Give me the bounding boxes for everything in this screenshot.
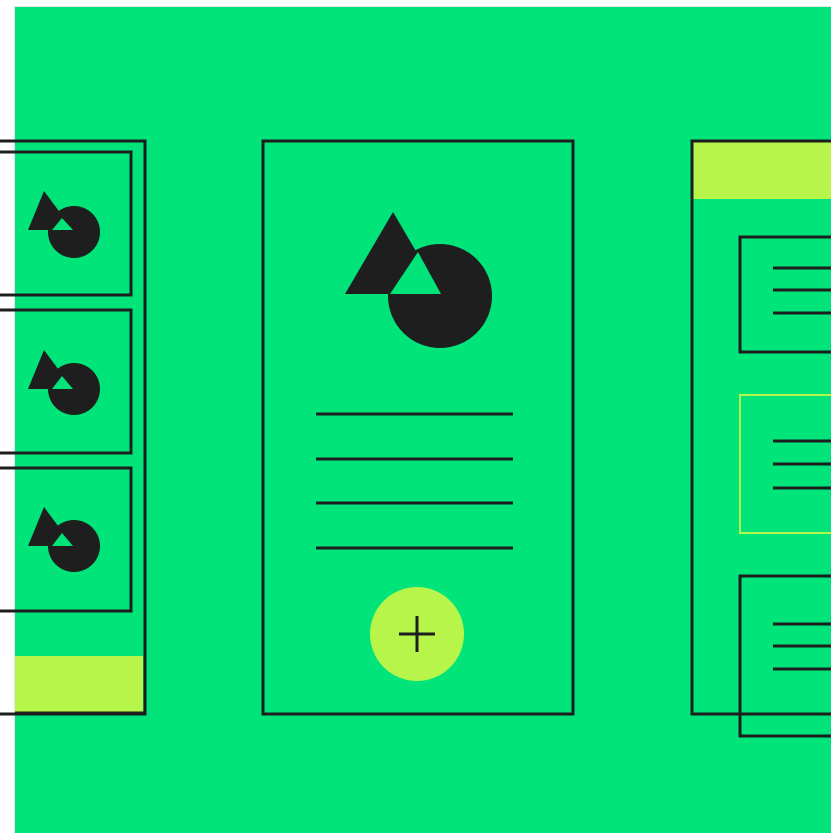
add-button[interactable] — [370, 587, 464, 681]
illustration — [0, 0, 831, 833]
right-card-header — [692, 141, 831, 199]
left-card-accent-bar — [15, 656, 143, 713]
